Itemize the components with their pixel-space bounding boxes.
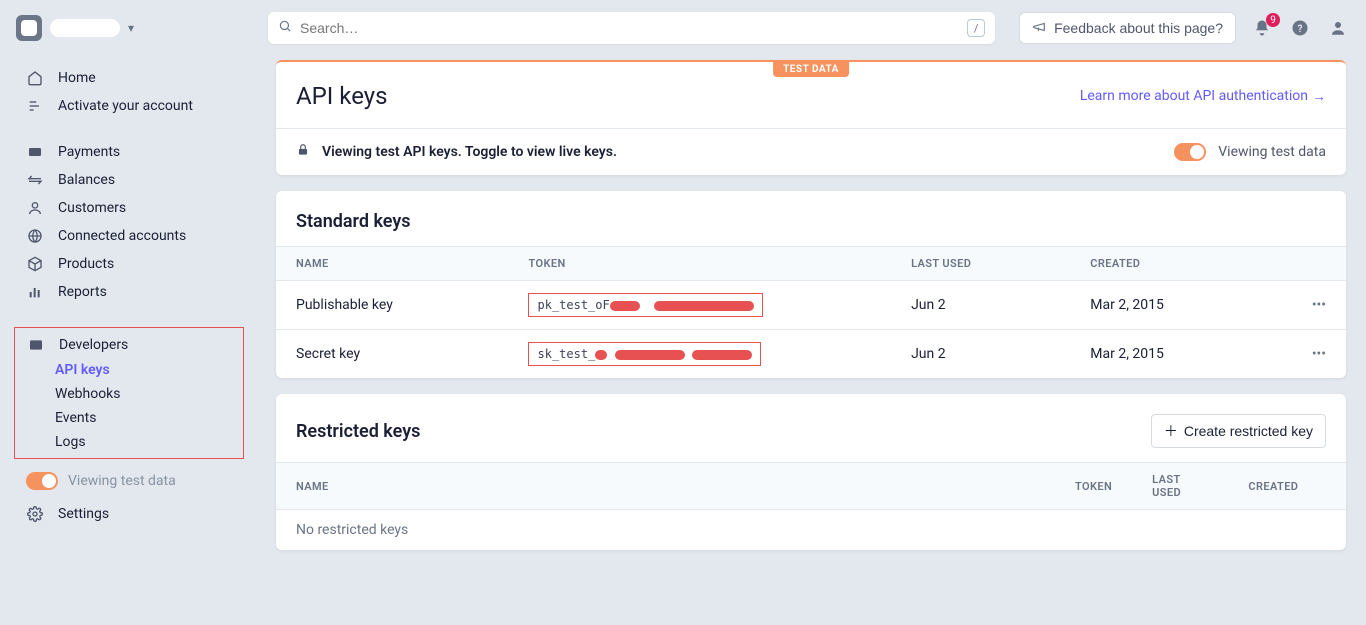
globe-icon (26, 228, 44, 244)
sidebar-item-developers[interactable]: Developers (15, 332, 243, 358)
create-restricted-key-button[interactable]: ＋ Create restricted key (1151, 414, 1326, 448)
key-name: Secret key (276, 330, 508, 379)
test-data-toggle-sidebar[interactable] (26, 472, 58, 490)
slash-shortcut-hint: / (967, 19, 985, 37)
store-icon (16, 15, 42, 41)
sidebar-item-label: Developers (59, 337, 128, 353)
sidebar-subitem-logs[interactable]: Logs (15, 430, 243, 454)
page-title: API keys (296, 82, 388, 110)
user-icon (26, 200, 44, 216)
sidebar-item-label: Activate your account (58, 98, 193, 114)
restricted-keys-table: NAME TOKEN LAST USED CREATED No restrict… (276, 462, 1346, 550)
column-header-created: CREATED (1070, 247, 1292, 281)
search-input[interactable] (300, 20, 967, 36)
column-header-name: NAME (276, 247, 508, 281)
api-keys-header-card: TEST DATA API keys Learn more about API … (276, 60, 1346, 175)
notification-count-badge: 9 (1266, 13, 1280, 27)
cube-icon (26, 256, 44, 272)
key-last-used: Jun 2 (891, 281, 1070, 330)
column-header-token: TOKEN (1055, 463, 1132, 510)
token-value[interactable]: pk_test_oF (528, 293, 763, 317)
arrow-right-icon: → (1312, 88, 1326, 105)
sidebar-item-label: Reports (58, 284, 107, 300)
sidebar-subitem-events[interactable]: Events (15, 406, 243, 430)
checklist-icon (26, 98, 44, 114)
feedback-label: Feedback about this page? (1054, 20, 1223, 36)
restricted-keys-card: Restricted keys ＋ Create restricted key … (276, 394, 1346, 550)
table-row: Publishable key pk_test_oF Jun 2 Mar 2, … (276, 281, 1346, 330)
notifications-button[interactable]: 9 (1250, 19, 1274, 37)
test-data-toggle-main-label: Viewing test data (1218, 144, 1326, 160)
sidebar-item-label: Settings (58, 506, 109, 522)
key-created: Mar 2, 2015 (1070, 330, 1292, 379)
sidebar-subitem-webhooks[interactable]: Webhooks (15, 382, 243, 406)
sidebar-item-payments[interactable]: Payments (0, 138, 256, 166)
sidebar-item-label: Customers (58, 200, 126, 216)
terminal-icon (27, 337, 45, 353)
test-data-toggle-label: Viewing test data (68, 473, 176, 489)
global-search[interactable]: / (268, 12, 995, 44)
sidebar-item-label: Balances (58, 172, 115, 188)
test-data-badge: TEST DATA (773, 62, 849, 77)
plus-icon: ＋ (1164, 421, 1178, 441)
learn-more-label: Learn more about API authentication (1080, 88, 1308, 104)
chevron-down-icon: ▾ (128, 21, 134, 35)
standard-keys-table: NAME TOKEN LAST USED CREATED Publishable… (276, 246, 1346, 378)
row-actions-button[interactable]: ••• (1292, 330, 1346, 379)
column-header-name: NAME (276, 463, 1055, 510)
feedback-button[interactable]: Feedback about this page? (1019, 12, 1236, 44)
ellipsis-icon: ••• (1312, 297, 1326, 313)
empty-state-text: No restricted keys (276, 510, 1346, 551)
standard-keys-card: Standard keys NAME TOKEN LAST USED CREAT… (276, 191, 1346, 378)
sidebar-item-reports[interactable]: Reports (0, 278, 256, 306)
sidebar-item-balances[interactable]: Balances (0, 166, 256, 194)
standard-keys-title: Standard keys (296, 211, 411, 232)
column-header-last-used: LAST USED (1132, 463, 1228, 510)
create-restricted-key-label: Create restricted key (1184, 423, 1313, 439)
sidebar-item-settings[interactable]: Settings (0, 500, 256, 528)
profile-button[interactable] (1326, 19, 1350, 37)
table-row: No restricted keys (276, 510, 1346, 551)
account-name-placeholder (50, 19, 120, 37)
wallet-icon (26, 144, 44, 160)
gear-icon (26, 506, 44, 522)
column-header-last-used: LAST USED (891, 247, 1070, 281)
row-actions-button[interactable]: ••• (1292, 281, 1346, 330)
bar-chart-icon (26, 284, 44, 300)
test-data-toggle-main[interactable] (1174, 143, 1206, 161)
sidebar-item-products[interactable]: Products (0, 250, 256, 278)
key-last-used: Jun 2 (891, 330, 1070, 379)
sidebar-item-home[interactable]: Home (0, 64, 256, 92)
sidebar-item-activate[interactable]: Activate your account (0, 92, 256, 120)
search-icon (278, 19, 292, 37)
home-icon (26, 70, 44, 86)
sidebar-item-label: Products (58, 256, 114, 272)
token-prefix: sk_test_ (537, 347, 595, 361)
key-created: Mar 2, 2015 (1070, 281, 1292, 330)
sidebar-item-label: Connected accounts (58, 228, 186, 244)
svg-text:?: ? (1298, 24, 1303, 35)
sidebar-item-label: Home (58, 70, 96, 86)
restricted-keys-title: Restricted keys (296, 421, 420, 442)
column-header-token: TOKEN (508, 247, 891, 281)
token-value[interactable]: sk_test_ (528, 342, 760, 366)
learn-more-link[interactable]: Learn more about API authentication → (1080, 88, 1326, 105)
ellipsis-icon: ••• (1312, 346, 1326, 362)
sidebar-item-customers[interactable]: Customers (0, 194, 256, 222)
help-button[interactable]: ? (1288, 19, 1312, 37)
key-name: Publishable key (276, 281, 508, 330)
developers-section-highlight: Developers API keys Webhooks Events Logs (14, 327, 244, 459)
info-text: Viewing test API keys. Toggle to view li… (322, 144, 617, 160)
transfer-icon (26, 172, 44, 188)
sidebar: Home Activate your account Payments Bala… (0, 56, 256, 625)
table-row: Secret key sk_test_ Jun 2 Mar 2, 2015 ••… (276, 330, 1346, 379)
lock-icon (296, 143, 310, 161)
sidebar-item-label: Payments (58, 144, 120, 160)
megaphone-icon (1032, 20, 1046, 37)
sidebar-item-connected[interactable]: Connected accounts (0, 222, 256, 250)
token-prefix: pk_test_oF (537, 298, 609, 312)
sidebar-subitem-api-keys[interactable]: API keys (15, 358, 243, 382)
column-header-created: CREATED (1228, 463, 1346, 510)
account-switcher[interactable]: ▾ (16, 15, 256, 41)
